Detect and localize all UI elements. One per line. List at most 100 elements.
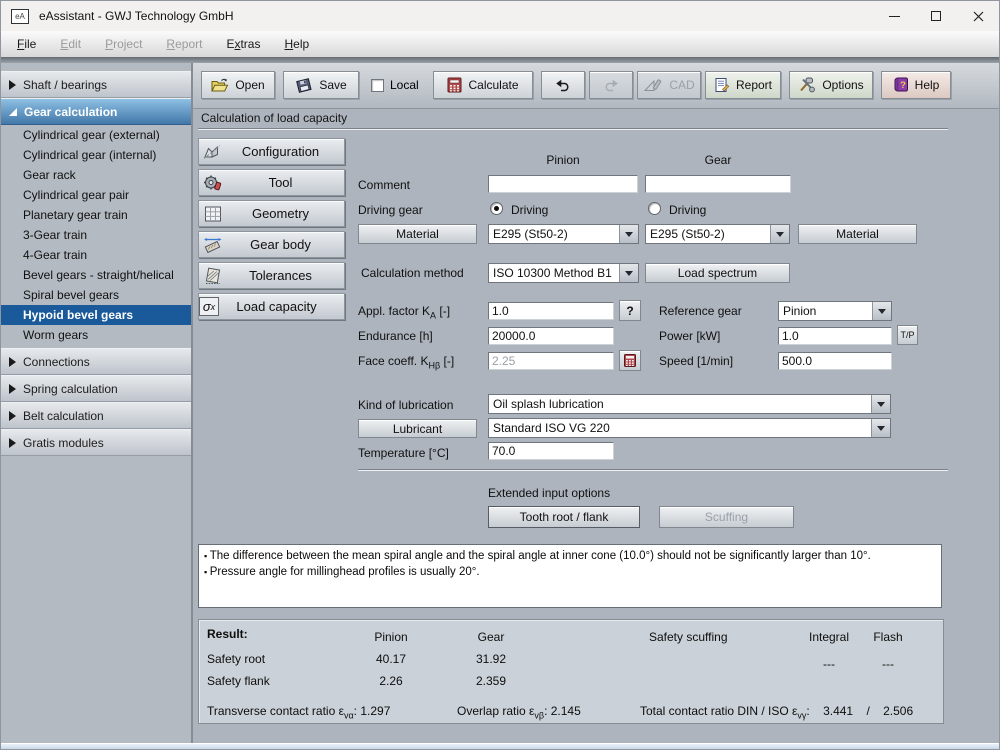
sidebar-item-cylindrical-gear-pair[interactable]: Cylindrical gear pair xyxy=(1,185,191,205)
undo-button[interactable] xyxy=(541,71,585,99)
sidebar-item-spiral-bevel-gears[interactable]: Spiral bevel gears xyxy=(1,285,191,305)
configuration-button[interactable]: Configuration xyxy=(198,138,345,165)
sidebar-item-cylindrical-gear-external[interactable]: Cylindrical gear (external) xyxy=(1,125,191,145)
speed-input[interactable] xyxy=(778,352,892,370)
appl-factor-help-button[interactable]: ? xyxy=(619,300,641,321)
sidebar-section-connections[interactable]: Connections xyxy=(1,348,191,375)
driving-gear-radio-label[interactable]: Driving xyxy=(669,203,706,217)
local-checkbox-group: Local xyxy=(371,78,419,92)
power-input[interactable] xyxy=(778,327,892,345)
note-line: Pressure angle for millinghead profiles … xyxy=(204,564,936,580)
lubricant-button[interactable]: Lubricant xyxy=(358,419,477,438)
material-pinion-dropdown[interactable]: E295 (St50-2) xyxy=(488,224,639,244)
result-col-safety-scuffing: Safety scuffing xyxy=(649,630,728,644)
chevron-down-icon xyxy=(619,264,638,282)
material-gear-button[interactable]: Material xyxy=(798,224,917,244)
scuffing-integral-value: --- xyxy=(823,657,835,671)
menu-help[interactable]: Help xyxy=(272,34,321,54)
help-button[interactable]: ? Help xyxy=(881,71,951,99)
result-col-pinion: Pinion xyxy=(374,630,408,644)
svg-text:?: ? xyxy=(900,80,906,91)
result-col-integral: Integral xyxy=(808,630,850,644)
calculation-method-dropdown[interactable]: ISO 10300 Method B1 xyxy=(488,263,639,283)
driving-gear-radio[interactable] xyxy=(648,202,661,215)
result-title: Result: xyxy=(207,627,248,641)
minimize-icon[interactable] xyxy=(873,1,915,31)
face-coeff-calculator-button[interactable] xyxy=(619,350,641,371)
chevron-down-icon xyxy=(871,419,890,437)
tool-icon xyxy=(199,174,227,192)
menu-edit: Edit xyxy=(60,37,82,51)
tool-button[interactable]: Tool xyxy=(198,169,345,196)
lubrication-dropdown[interactable]: Oil splash lubrication xyxy=(488,394,891,414)
sidebar-section-shaft-bearings[interactable]: Shaft / bearings xyxy=(1,71,191,98)
main-panel: Open Save Local Calculate CAD Report Opt… xyxy=(193,63,999,743)
options-tools-icon xyxy=(800,77,816,93)
local-checkbox[interactable] xyxy=(371,78,384,92)
appl-factor-input[interactable] xyxy=(488,302,614,320)
sidebar-item-worm-gears[interactable]: Worm gears xyxy=(1,325,191,345)
redo-button xyxy=(589,71,633,99)
transverse-contact-ratio: Transverse contact ratio εvα: 1.297 xyxy=(207,704,391,721)
app-window: eA eAssistant - GWJ Technology GmbH File… xyxy=(0,0,1000,750)
sidebar-item-planetary-gear-train[interactable]: Planetary gear train xyxy=(1,205,191,225)
sidebar-section-belt-calculation[interactable]: Belt calculation xyxy=(1,402,191,429)
open-button[interactable]: Open xyxy=(201,71,275,99)
menu-report: Report xyxy=(166,37,203,51)
lubricant-dropdown[interactable]: Standard ISO VG 220 xyxy=(488,418,891,438)
geometry-button[interactable]: Geometry xyxy=(198,200,345,227)
material-gear-dropdown[interactable]: E295 (St50-2) xyxy=(645,224,790,244)
tooth-root-flank-button[interactable]: Tooth root / flank xyxy=(488,506,640,528)
window-title: eAssistant - GWJ Technology GmbH xyxy=(39,9,234,23)
save-button[interactable]: Save xyxy=(283,71,359,99)
sidebar-item-cylindrical-gear-internal[interactable]: Cylindrical gear (internal) xyxy=(1,145,191,165)
calculator-icon xyxy=(624,354,636,367)
scuffing-button: Scuffing xyxy=(659,506,794,528)
local-label: Local xyxy=(390,78,419,92)
cad-button: CAD xyxy=(637,71,701,99)
endurance-input[interactable] xyxy=(488,327,614,345)
maximize-icon[interactable] xyxy=(915,1,957,31)
face-coeff-label: Face coeff. KHβ [-] xyxy=(358,354,455,371)
sidebar-section-gear-calculation[interactable]: Gear calculation xyxy=(1,98,191,125)
options-button[interactable]: Options xyxy=(789,71,873,99)
sidebar-section-spring-calculation[interactable]: Spring calculation xyxy=(1,375,191,402)
sidebar-item-gear-rack[interactable]: Gear rack xyxy=(1,165,191,185)
sidebar-item-3-gear-train[interactable]: 3-Gear train xyxy=(1,225,191,245)
sidebar-section-gratis-modules[interactable]: Gratis modules xyxy=(1,429,191,456)
calculate-button[interactable]: Calculate xyxy=(433,71,533,99)
close-icon[interactable] xyxy=(957,1,999,31)
menu-file[interactable]: File xyxy=(5,34,48,54)
speed-label: Speed [1/min] xyxy=(659,354,734,368)
gear-body-button[interactable]: Gear body xyxy=(198,231,345,258)
material-pinion-button[interactable]: Material xyxy=(358,224,477,244)
safety-flank-gear-value: 2.359 xyxy=(475,674,507,688)
configuration-icon xyxy=(199,143,227,161)
redo-icon xyxy=(605,79,618,91)
load-capacity-button[interactable]: σx Load capacity xyxy=(198,293,345,320)
reference-gear-dropdown[interactable]: Pinion xyxy=(778,301,892,321)
menu-project: Project xyxy=(105,37,143,51)
sidebar-item-4-gear-train[interactable]: 4-Gear train xyxy=(1,245,191,265)
extended-options-label: Extended input options xyxy=(488,486,611,500)
calculation-method-label: Calculation method xyxy=(361,266,464,280)
menu-extras[interactable]: Extras xyxy=(214,34,272,54)
endurance-label: Endurance [h] xyxy=(358,329,433,343)
torque-power-toggle-button[interactable]: T/P xyxy=(897,325,918,345)
sidebar-item-bevel-gears-straight-helical[interactable]: Bevel gears - straight/helical xyxy=(1,265,191,285)
report-button[interactable]: Report xyxy=(705,71,781,99)
chevron-down-icon xyxy=(770,225,789,243)
tolerances-icon xyxy=(199,267,227,285)
driving-pinion-radio[interactable] xyxy=(490,202,503,215)
tolerances-button[interactable]: Tolerances xyxy=(198,262,345,289)
driving-pinion-radio-label[interactable]: Driving xyxy=(511,203,548,217)
title-divider xyxy=(198,128,948,130)
temperature-input[interactable] xyxy=(488,442,614,460)
load-spectrum-button[interactable]: Load spectrum xyxy=(645,263,790,283)
comment-pinion-input[interactable] xyxy=(488,175,638,193)
sidebar-item-hypoid-bevel-gears[interactable]: Hypoid bevel gears xyxy=(1,305,191,325)
comment-gear-input[interactable] xyxy=(645,175,791,193)
save-icon xyxy=(296,77,312,93)
chevron-down-icon xyxy=(619,225,638,243)
safety-root-gear-value: 31.92 xyxy=(475,652,507,666)
